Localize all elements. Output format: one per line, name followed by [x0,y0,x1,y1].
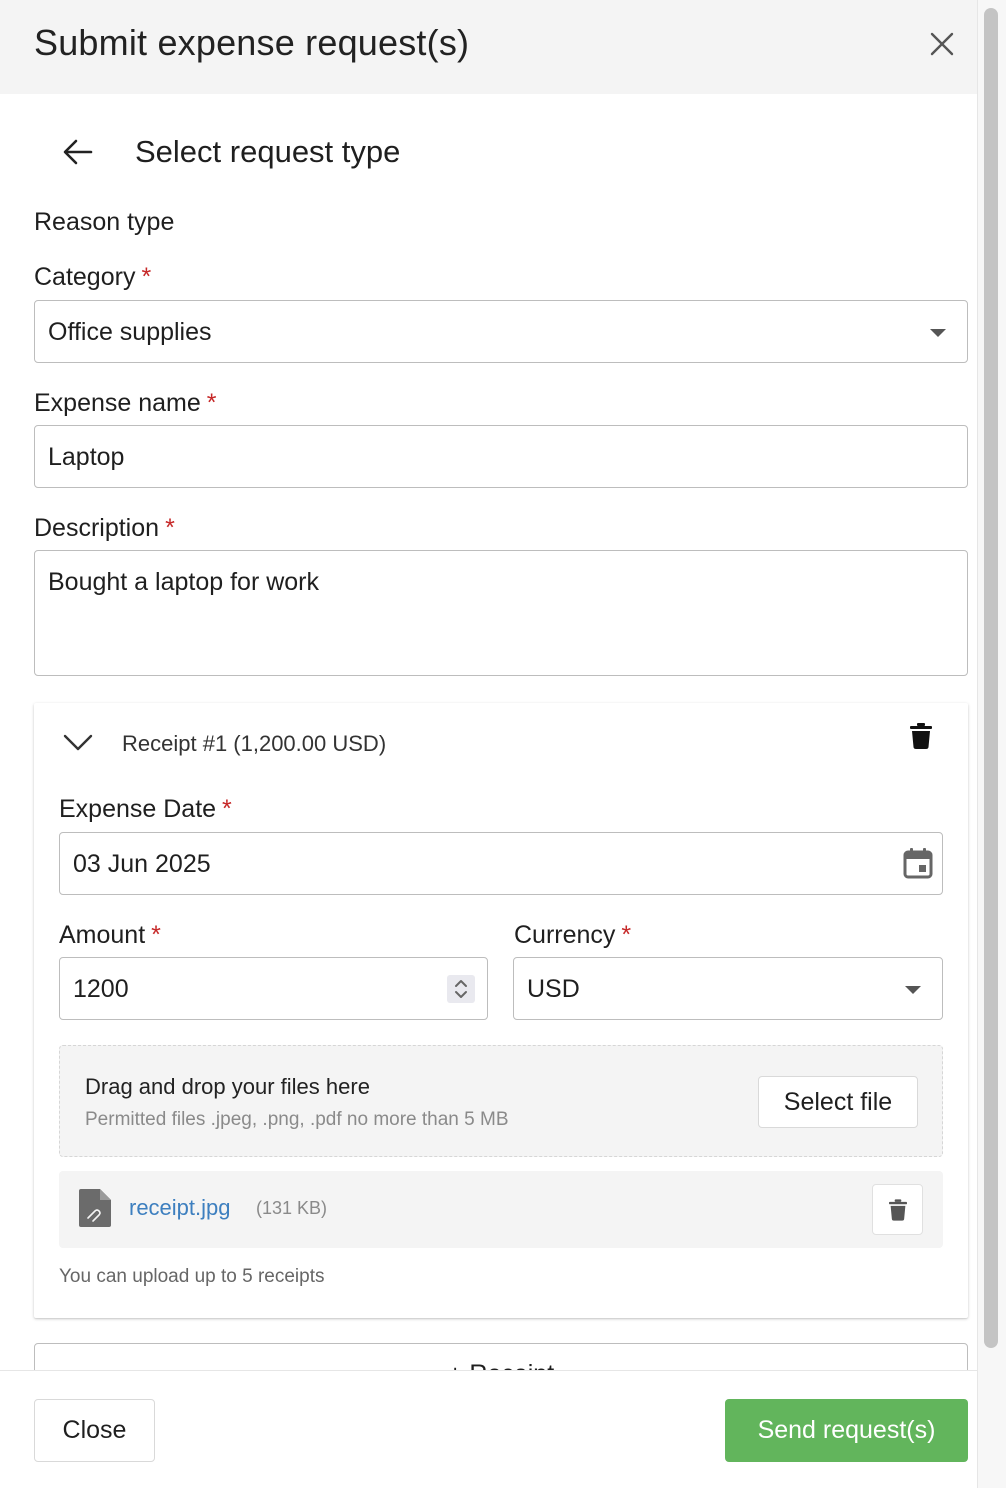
amount-label: Amount * [59,921,161,949]
trash-icon [889,1199,907,1221]
receipt-title: Receipt #1 (1,200.00 USD) [122,731,387,756]
expense-date-input[interactable]: 03 Jun 2025 [59,832,943,895]
uploaded-file-row: receipt.jpg (131 KB) [59,1171,943,1248]
currency-value: USD [527,975,580,1003]
chevron-down-icon[interactable] [62,731,94,755]
required-mark: * [151,921,161,949]
expense-name-input[interactable]: Laptop [34,425,968,488]
currency-label: Currency * [514,921,632,949]
description-label: Description * [34,514,175,542]
trash-icon[interactable] [910,723,932,749]
send-requests-button[interactable]: Send request(s) [725,1399,968,1462]
expense-date-label: Expense Date * [59,795,232,823]
upload-limit-note: You can upload up to 5 receipts [59,1266,325,1287]
description-value: Bought a laptop for work [48,568,319,596]
required-mark: * [141,263,152,291]
file-name-link[interactable]: receipt.jpg [129,1195,231,1221]
dialog-footer: Close Send request(s) [0,1370,977,1488]
receipt-card: Receipt #1 (1,200.00 USD) Expense Date * … [34,703,968,1318]
file-dropzone[interactable]: Drag and drop your files here Permitted … [59,1045,943,1157]
expense-date-value: 03 Jun 2025 [73,850,211,878]
category-select[interactable]: Office supplies [34,300,968,363]
amount-input[interactable]: 1200 [59,957,488,1020]
close-button[interactable]: Close [34,1399,155,1462]
required-mark: * [206,389,217,417]
required-mark: * [222,795,232,823]
dialog-title: Submit expense request(s) [34,22,470,63]
step-title: Select request type [135,134,401,169]
dialog-header: Submit expense request(s) [0,0,977,94]
dropzone-title: Drag and drop your files here [85,1074,370,1099]
required-mark: * [165,514,175,542]
section-label-reason-type: Reason type [34,208,175,236]
amount-value: 1200 [73,975,129,1003]
select-file-button[interactable]: Select file [758,1076,918,1128]
scrollbar-thumb[interactable] [984,8,998,1348]
category-label: Category * [34,263,152,291]
delete-file-button[interactable] [872,1184,923,1235]
arrow-left-icon[interactable] [58,132,98,172]
description-textarea[interactable]: Bought a laptop for work [34,550,968,676]
dropdown-caret-icon [930,329,946,337]
close-icon[interactable] [926,28,958,60]
file-size: (131 KB) [256,1198,328,1218]
dropzone-hint: Permitted files .jpeg, .png, .pdf no mor… [85,1109,509,1130]
required-mark: * [621,921,632,949]
file-attachment-icon [79,1189,111,1227]
add-receipt-button[interactable]: + Receipt [34,1343,968,1370]
expense-name-value: Laptop [48,443,125,471]
category-value: Office supplies [48,318,212,346]
expense-name-label: Expense name * [34,389,217,417]
calendar-icon[interactable] [903,847,933,879]
currency-select[interactable]: USD [513,957,943,1020]
dialog-content: Select request type Reason type Category… [0,94,977,1370]
stepper-icon[interactable] [447,975,475,1003]
add-receipt-label: + Receipt [35,1360,967,1370]
dropdown-caret-icon [905,986,921,994]
